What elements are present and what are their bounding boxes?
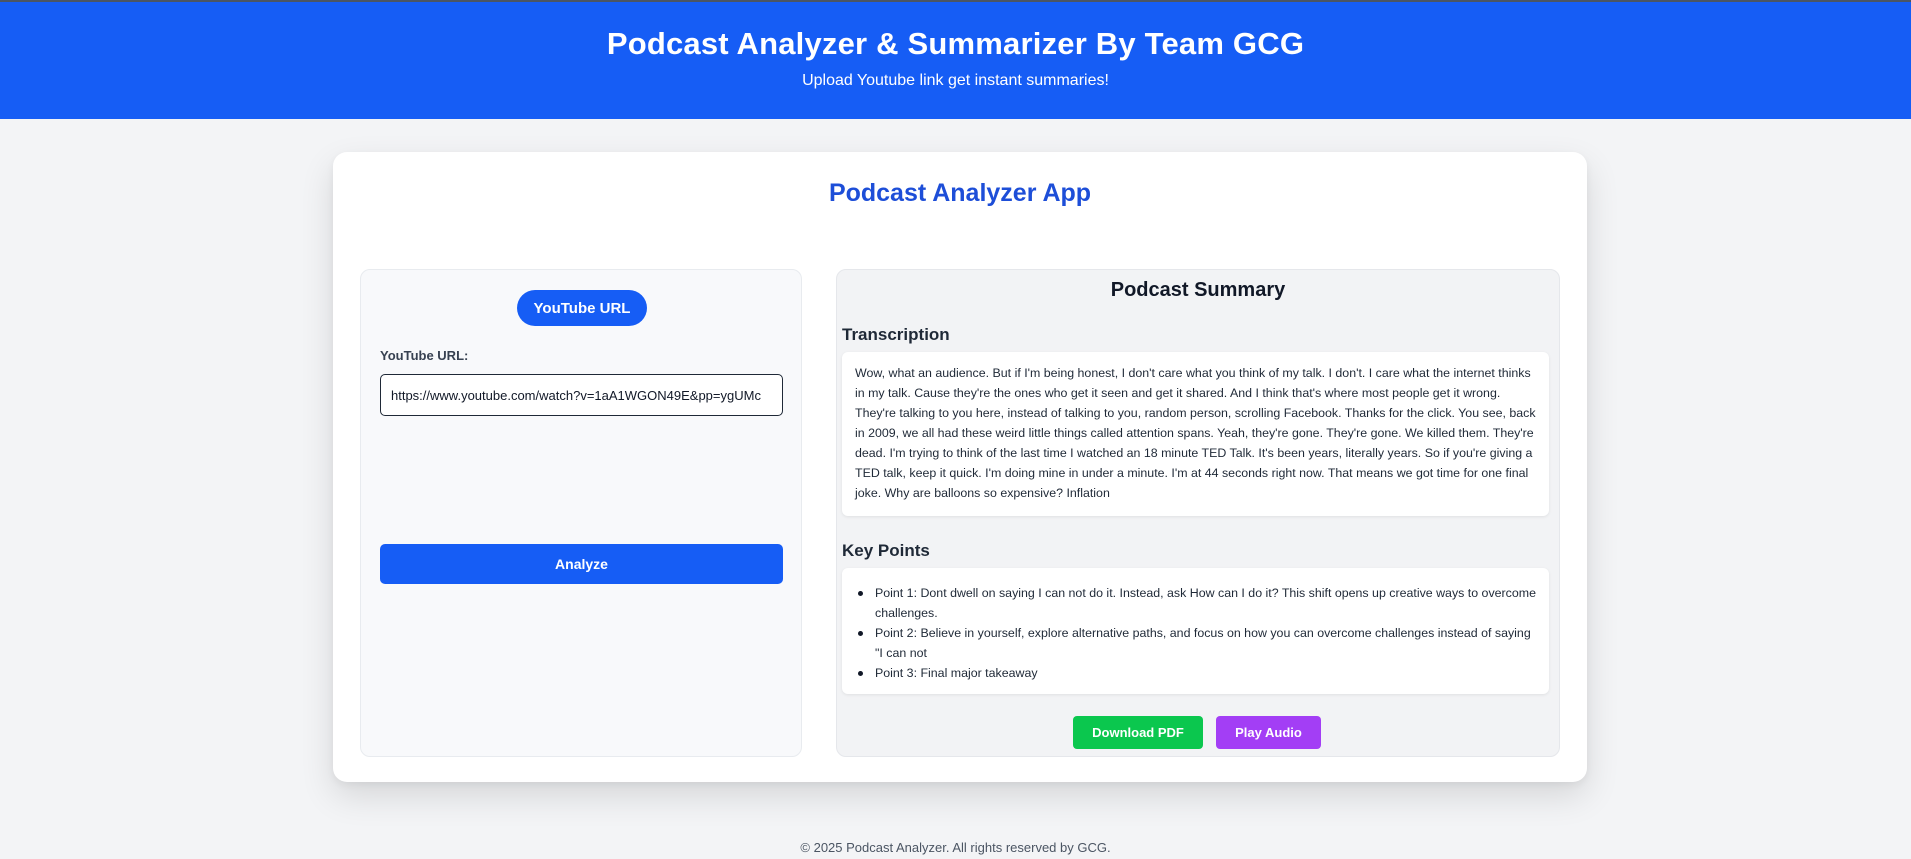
download-pdf-button[interactable]: Download PDF: [1073, 716, 1203, 749]
page-header: Podcast Analyzer & Summarizer By Team GC…: [0, 2, 1911, 119]
play-audio-button[interactable]: Play Audio: [1216, 716, 1321, 749]
youtube-url-input[interactable]: [380, 374, 783, 416]
youtube-url-label: YouTube URL:: [380, 348, 469, 363]
input-panel: YouTube URL YouTube URL: Analyze: [360, 269, 802, 757]
key-point-item: Point 1: Dont dwell on saying I can not …: [855, 583, 1536, 623]
app-title: Podcast Analyzer App: [828, 179, 1092, 207]
youtube-url-tab[interactable]: YouTube URL: [517, 290, 647, 326]
transcription-box: Wow, what an audience. But if I'm being …: [842, 352, 1549, 516]
summary-title: Podcast Summary: [1110, 279, 1286, 301]
summary-panel: Podcast Summary Transcription Wow, what …: [836, 269, 1560, 757]
header-title: Podcast Analyzer & Summarizer By Team GC…: [606, 26, 1305, 61]
transcription-text: Wow, what an audience. But if I'm being …: [855, 366, 1536, 500]
key-points-box: Point 1: Dont dwell on saying I can not …: [842, 568, 1549, 694]
key-points-list: Point 1: Dont dwell on saying I can not …: [855, 583, 1536, 683]
analyze-button[interactable]: Analyze: [380, 544, 783, 584]
header-subtitle: Upload Youtube link get instant summarie…: [802, 72, 1109, 89]
page-footer: © 2025 Podcast Analyzer. All rights rese…: [800, 840, 1111, 855]
key-points-heading: Key Points: [842, 541, 930, 560]
key-point-item: Point 3: Final major takeaway: [855, 663, 1536, 683]
key-point-item: Point 2: Believe in yourself, explore al…: [855, 623, 1536, 663]
app-card: Podcast Analyzer App YouTube URL YouTube…: [333, 152, 1587, 782]
transcription-heading: Transcription: [842, 325, 950, 344]
